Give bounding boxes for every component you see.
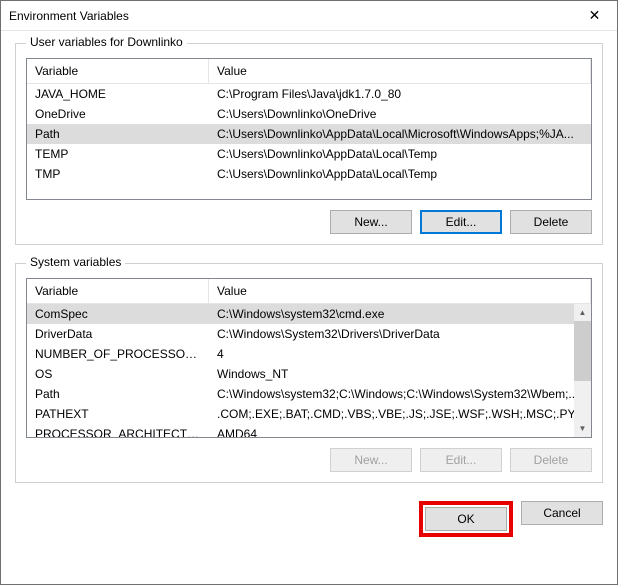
- table-row[interactable]: PathC:\Windows\system32;C:\Windows;C:\Wi…: [27, 384, 591, 404]
- col-value[interactable]: Value: [209, 59, 591, 83]
- close-icon: ✕: [589, 7, 601, 24]
- table-row[interactable]: JAVA_HOMEC:\Program Files\Java\jdk1.7.0_…: [27, 84, 591, 104]
- system-edit-button: Edit...: [420, 448, 502, 472]
- window-title: Environment Variables: [9, 9, 572, 23]
- user-list-header[interactable]: Variable Value: [27, 59, 591, 84]
- cell-variable: Path: [27, 386, 209, 402]
- cell-variable: TMP: [27, 166, 209, 182]
- table-row[interactable]: TEMPC:\Users\Downlinko\AppData\Local\Tem…: [27, 144, 591, 164]
- cell-variable: PROCESSOR_ARCHITECTURE: [27, 426, 209, 437]
- cell-value: C:\Windows\System32\Drivers\DriverData: [209, 326, 591, 342]
- cell-value: Windows_NT: [209, 366, 591, 382]
- cell-value: AMD64: [209, 426, 591, 437]
- cell-variable: OS: [27, 366, 209, 382]
- table-row[interactable]: PROCESSOR_ARCHITECTUREAMD64: [27, 424, 591, 437]
- scroll-up-icon[interactable]: ▲: [574, 304, 591, 321]
- table-row[interactable]: NUMBER_OF_PROCESSORS4: [27, 344, 591, 364]
- table-row[interactable]: OSWindows_NT: [27, 364, 591, 384]
- cell-value: C:\Users\Downlinko\AppData\Local\Microso…: [209, 126, 591, 142]
- user-list-body: JAVA_HOMEC:\Program Files\Java\jdk1.7.0_…: [27, 84, 591, 199]
- cell-variable: Path: [27, 126, 209, 142]
- system-delete-button: Delete: [510, 448, 592, 472]
- system-variables-group: System variables Variable Value ComSpecC…: [15, 263, 603, 483]
- cell-variable: TEMP: [27, 146, 209, 162]
- scroll-thumb[interactable]: [574, 321, 591, 381]
- dialog-footer: OK Cancel: [1, 493, 617, 549]
- ok-highlight: OK: [419, 501, 513, 537]
- cell-variable: PATHEXT: [27, 406, 209, 422]
- system-button-row: New... Edit... Delete: [26, 448, 592, 472]
- user-variables-legend: User variables for Downlinko: [26, 35, 187, 49]
- system-new-button: New...: [330, 448, 412, 472]
- cell-value: 4: [209, 346, 591, 362]
- cell-variable: OneDrive: [27, 106, 209, 122]
- col-variable[interactable]: Variable: [27, 279, 209, 303]
- dialog-content: User variables for Downlinko Variable Va…: [1, 31, 617, 493]
- cell-variable: ComSpec: [27, 306, 209, 322]
- scroll-track[interactable]: [574, 381, 591, 420]
- cell-value: C:\Users\Downlinko\OneDrive: [209, 106, 591, 122]
- user-button-row: New... Edit... Delete: [26, 210, 592, 234]
- cell-value: .COM;.EXE;.BAT;.CMD;.VBS;.VBE;.JS;.JSE;.…: [209, 406, 591, 422]
- cell-value: C:\Users\Downlinko\AppData\Local\Temp: [209, 146, 591, 162]
- table-row[interactable]: ComSpecC:\Windows\system32\cmd.exe: [27, 304, 591, 324]
- user-new-button[interactable]: New...: [330, 210, 412, 234]
- col-value[interactable]: Value: [209, 279, 591, 303]
- scroll-down-icon[interactable]: ▼: [574, 420, 591, 437]
- cell-variable: DriverData: [27, 326, 209, 342]
- titlebar[interactable]: Environment Variables ✕: [1, 1, 617, 31]
- user-variables-group: User variables for Downlinko Variable Va…: [15, 43, 603, 245]
- system-scrollbar[interactable]: ▲ ▼: [574, 304, 591, 437]
- environment-variables-dialog: Environment Variables ✕ User variables f…: [0, 0, 618, 585]
- user-variables-list[interactable]: Variable Value JAVA_HOMEC:\Program Files…: [26, 58, 592, 200]
- system-list-body: ComSpecC:\Windows\system32\cmd.exeDriver…: [27, 304, 591, 437]
- user-edit-button[interactable]: Edit...: [420, 210, 502, 234]
- cell-value: C:\Windows\system32;C:\Windows;C:\Window…: [209, 386, 591, 402]
- cell-variable: NUMBER_OF_PROCESSORS: [27, 346, 209, 362]
- table-row[interactable]: PATHEXT.COM;.EXE;.BAT;.CMD;.VBS;.VBE;.JS…: [27, 404, 591, 424]
- close-button[interactable]: ✕: [572, 1, 617, 30]
- user-delete-button[interactable]: Delete: [510, 210, 592, 234]
- table-row[interactable]: DriverDataC:\Windows\System32\Drivers\Dr…: [27, 324, 591, 344]
- table-row[interactable]: TMPC:\Users\Downlinko\AppData\Local\Temp: [27, 164, 591, 184]
- cell-value: C:\Program Files\Java\jdk1.7.0_80: [209, 86, 591, 102]
- cell-value: C:\Windows\system32\cmd.exe: [209, 306, 591, 322]
- ok-button[interactable]: OK: [425, 507, 507, 531]
- col-variable[interactable]: Variable: [27, 59, 209, 83]
- system-list-header[interactable]: Variable Value: [27, 279, 591, 304]
- cell-variable: JAVA_HOME: [27, 86, 209, 102]
- system-variables-list[interactable]: Variable Value ComSpecC:\Windows\system3…: [26, 278, 592, 438]
- table-row[interactable]: PathC:\Users\Downlinko\AppData\Local\Mic…: [27, 124, 591, 144]
- table-row[interactable]: OneDriveC:\Users\Downlinko\OneDrive: [27, 104, 591, 124]
- cancel-button[interactable]: Cancel: [521, 501, 603, 525]
- system-variables-legend: System variables: [26, 255, 125, 269]
- cell-value: C:\Users\Downlinko\AppData\Local\Temp: [209, 166, 591, 182]
